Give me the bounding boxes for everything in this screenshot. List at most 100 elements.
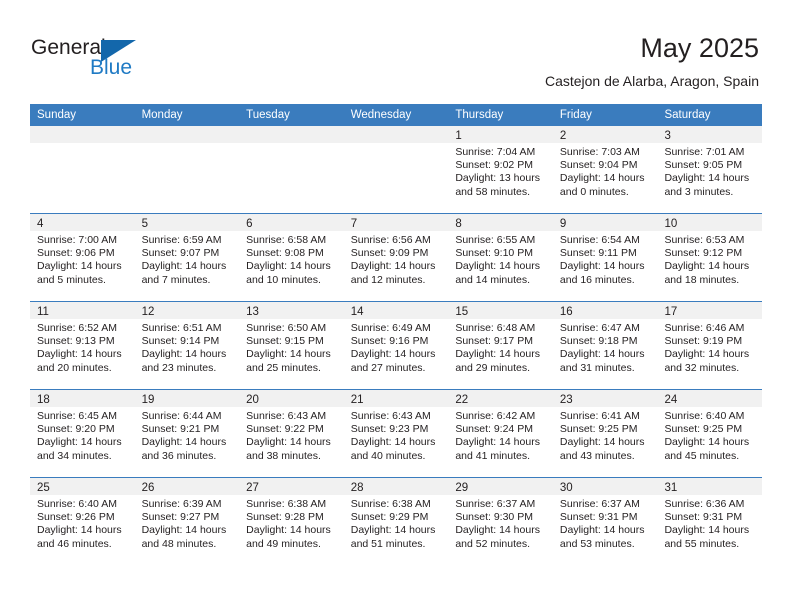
day-cell[interactable]: 5 Sunrise: 6:59 AM Sunset: 9:07 PM Daylight… [134,214,240,301]
day-sun-info: Sunrise: 6:39 AM Sunset: 9:27 PM Daylight:… [135,495,240,551]
day-cell[interactable]: 1 Sunrise: 7:04 AM Sunset: 9:02 PM Daylight… [448,126,553,213]
day-cell[interactable]: 14 Sunrise: 6:49 AM Sunset: 9:16 PM Dayligh… [343,302,449,389]
day-number-band: 27 [239,478,344,495]
sunrise-text: Sunrise: 6:38 AM [246,498,327,510]
day-cell[interactable]: 9 Sunrise: 6:54 AM Sunset: 9:11 PM Daylight… [552,214,658,301]
day-cell[interactable]: 29 Sunrise: 6:37 AM Sunset: 9:30 PM Dayligh… [448,478,553,565]
daylight-text-line1: Daylight: 14 hours [455,260,540,273]
daylight-text-line2: and 49 minutes. [246,537,321,550]
day-number: 13 [246,306,259,318]
sunrise-text: Sunrise: 6:40 AM [664,410,745,422]
day-number-band: 24 [657,390,763,407]
day-cell[interactable]: 3 Sunrise: 7:01 AM Sunset: 9:05 PM Daylight… [657,126,763,213]
day-cell[interactable]: 12 Sunrise: 6:51 AM Sunset: 9:14 PM Dayligh… [134,302,240,389]
day-cell[interactable]: 19 Sunrise: 6:44 AM Sunset: 9:21 PM Dayligh… [134,390,240,477]
day-sun-info: Sunrise: 7:01 AM Sunset: 9:05 PM Daylight:… [657,143,762,199]
daylight-text-line1: Daylight: 14 hours [664,260,750,273]
day-number-band: 31 [657,478,763,495]
sunset-text: Sunset: 9:21 PM [141,423,220,436]
day-cell[interactable]: 24 Sunrise: 6:40 AM Sunset: 9:25 PM Dayligh… [657,390,763,477]
day-number-band: 28 [343,478,449,495]
daylight-text-line1: Daylight: 14 hours [559,172,645,185]
sunrise-text: Sunrise: 6:52 AM [37,322,117,334]
day-number-band: 3 [657,126,763,143]
sunset-text: Sunset: 9:30 PM [455,511,533,524]
day-cell[interactable]: 10 Sunrise: 6:53 AM Sunset: 9:12 PM Dayligh… [657,214,763,301]
day-sun-info: Sunrise: 6:54 AM Sunset: 9:11 PM Daylight:… [553,231,658,287]
day-number: 6 [246,218,253,230]
day-number: 9 [559,218,567,230]
day-cell[interactable]: 6 Sunrise: 6:58 AM Sunset: 9:08 PM Daylight… [239,214,344,301]
day-cell[interactable]: 26 Sunrise: 6:39 AM Sunset: 9:27 PM Dayligh… [134,478,240,565]
sunrise-text: Sunrise: 7:01 AM [664,146,745,158]
day-cell[interactable]: 16 Sunrise: 6:47 AM Sunset: 9:18 PM Dayligh… [552,302,658,389]
day-cell[interactable]: 11 Sunrise: 6:52 AM Sunset: 9:13 PM Dayligh… [30,302,135,389]
daylight-text-line2: and 12 minutes. [350,273,426,286]
day-cell[interactable]: 21 Sunrise: 6:43 AM Sunset: 9:23 PM Dayligh… [343,390,449,477]
sunset-text: Sunset: 9:22 PM [246,423,324,436]
day-cell[interactable]: 27 Sunrise: 6:38 AM Sunset: 9:28 PM Dayligh… [239,478,344,565]
sunset-text: Sunset: 9:11 PM [559,247,637,260]
sunset-text: Sunset: 9:27 PM [141,511,220,524]
sunset-text: Sunset: 9:14 PM [141,335,220,348]
weeks-container: 1 Sunrise: 7:04 AM Sunset: 9:02 PM Daylight… [30,126,763,565]
day-sun-info: Sunrise: 6:43 AM Sunset: 9:22 PM Daylight:… [239,407,344,463]
sunrise-text: Sunrise: 6:36 AM [664,498,745,510]
day-cell[interactable]: 2 Sunrise: 7:03 AM Sunset: 9:04 PM Daylight… [552,126,658,213]
logo-text-blue: Blue [90,56,133,79]
day-number: 4 [37,218,44,230]
day-sun-info: Sunrise: 7:03 AM Sunset: 9:04 PM Daylight:… [553,143,658,199]
sunset-text: Sunset: 9:15 PM [246,335,324,348]
daylight-text-line1: Daylight: 14 hours [664,524,750,537]
day-cell[interactable]: 8 Sunrise: 6:55 AM Sunset: 9:10 PM Daylight… [448,214,553,301]
sunrise-text: Sunrise: 6:40 AM [37,498,117,510]
sunrise-text: Sunrise: 7:00 AM [37,234,117,246]
day-sun-info: Sunrise: 6:37 AM Sunset: 9:30 PM Daylight:… [448,495,553,551]
sunrise-text: Sunrise: 6:59 AM [141,234,222,246]
day-cell[interactable]: 22 Sunrise: 6:42 AM Sunset: 9:24 PM Dayligh… [448,390,553,477]
sunset-text: Sunset: 9:06 PM [37,247,115,260]
weekday-header-wednesday: Wednesday [350,109,412,121]
weekday-header-tuesday: Tuesday [246,109,290,121]
day-number-band [239,126,344,143]
daylight-text-line2: and 55 minutes. [664,537,740,550]
day-number: 17 [664,306,678,318]
day-cell[interactable]: 15 Sunrise: 6:48 AM Sunset: 9:17 PM Dayligh… [448,302,553,389]
day-number-band: 25 [30,478,135,495]
day-cell[interactable]: 28 Sunrise: 6:38 AM Sunset: 9:29 PM Dayligh… [343,478,449,565]
sunset-text: Sunset: 9:08 PM [246,247,324,260]
week-row: 25 Sunrise: 6:40 AM Sunset: 9:26 PM Dayligh… [30,477,763,565]
day-cell[interactable]: 25 Sunrise: 6:40 AM Sunset: 9:26 PM Dayligh… [30,478,135,565]
day-number-band: 10 [657,214,763,231]
day-cell[interactable]: 20 Sunrise: 6:43 AM Sunset: 9:22 PM Dayligh… [239,390,344,477]
daylight-text-line2: and 14 minutes. [455,273,531,286]
day-cell[interactable]: 23 Sunrise: 6:41 AM Sunset: 9:25 PM Dayligh… [552,390,658,477]
sunrise-text: Sunrise: 6:43 AM [350,410,431,422]
general-blue-logo[interactable]: General Blue [31,36,171,86]
day-cell[interactable]: 17 Sunrise: 6:46 AM Sunset: 9:19 PM Dayligh… [657,302,763,389]
daylight-text-line2: and 16 minutes. [559,273,635,286]
daylight-text-line1: Daylight: 14 hours [37,436,122,449]
sunset-text: Sunset: 9:23 PM [350,423,429,436]
day-cell[interactable]: 30 Sunrise: 6:37 AM Sunset: 9:31 PM Dayligh… [552,478,658,565]
daylight-text-line2: and 10 minutes. [246,273,321,286]
day-cell[interactable]: 31 Sunrise: 6:36 AM Sunset: 9:31 PM Dayligh… [657,478,763,565]
sunset-text: Sunset: 9:09 PM [350,247,429,260]
daylight-text-line2: and 18 minutes. [664,273,740,286]
day-number: 11 [37,306,49,318]
day-number: 18 [37,394,50,406]
day-cell[interactable]: 18 Sunrise: 6:45 AM Sunset: 9:20 PM Dayligh… [30,390,135,477]
sunrise-text: Sunrise: 6:45 AM [37,410,117,422]
daylight-text-line1: Daylight: 14 hours [141,348,227,361]
day-cell[interactable]: 7 Sunrise: 6:56 AM Sunset: 9:09 PM Daylight… [343,214,449,301]
day-sun-info: Sunrise: 6:59 AM Sunset: 9:07 PM Daylight:… [135,231,240,287]
daylight-text-line2: and 58 minutes. [455,185,531,198]
daylight-text-line2: and 46 minutes. [37,537,112,550]
day-number: 23 [559,394,573,406]
day-cell[interactable]: 4 Sunrise: 7:00 AM Sunset: 9:06 PM Daylight… [30,214,135,301]
day-sun-info: Sunrise: 6:45 AM Sunset: 9:20 PM Daylight:… [30,407,135,463]
day-cell[interactable]: 13 Sunrise: 6:50 AM Sunset: 9:15 PM Dayligh… [239,302,344,389]
daylight-text-line2: and 23 minutes. [141,361,217,374]
daylight-text-line1: Daylight: 14 hours [350,260,436,273]
sunset-text: Sunset: 9:13 PM [37,335,115,348]
